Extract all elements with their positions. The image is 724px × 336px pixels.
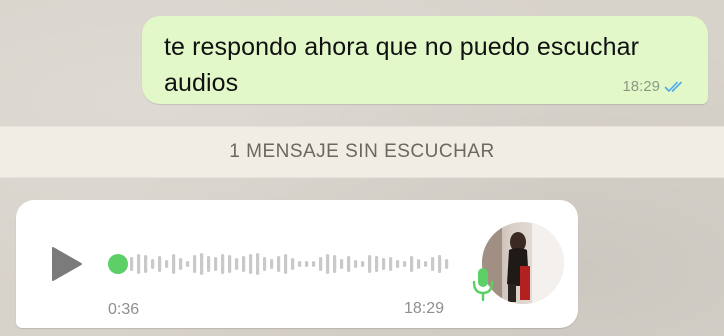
voice-duration: 0:36 <box>108 301 140 318</box>
waveform-bar <box>179 258 183 270</box>
waveform-bar <box>354 260 358 268</box>
waveform-bar <box>382 258 386 270</box>
microphone-icon <box>472 268 494 302</box>
waveform-bar <box>333 255 337 273</box>
unread-divider-label: 1 MENSAJE SIN ESCUCHAR <box>229 141 495 162</box>
waveform-bar <box>242 256 246 272</box>
waveform-bar <box>284 254 288 274</box>
waveform-icon[interactable] <box>108 248 454 280</box>
waveform-bar <box>214 257 218 271</box>
play-icon[interactable] <box>50 246 84 282</box>
message-time: 18:29 <box>622 78 660 95</box>
waveform-bar <box>200 253 204 275</box>
waveform-bar <box>305 261 309 267</box>
waveform-bar <box>235 258 239 270</box>
waveform-bar <box>298 261 302 267</box>
waveform-bar <box>389 257 393 271</box>
voice-message-time: 18:29 <box>404 300 445 317</box>
waveform-bar <box>172 254 176 274</box>
message-text: te respondo ahora que no puedo escuchar … <box>164 33 640 97</box>
waveform-bar <box>151 259 155 269</box>
waveform-bar <box>347 256 351 272</box>
waveform-bar <box>221 254 225 274</box>
waveform-bar <box>424 261 428 267</box>
voice-message-bubble[interactable]: 0:36 18:29 <box>16 200 578 328</box>
outgoing-message-bubble[interactable]: te respondo ahora que no puedo escuchar … <box>142 16 708 104</box>
waveform-bar <box>340 259 344 269</box>
waveform-bar <box>319 257 323 271</box>
playback-scrubber <box>108 254 128 274</box>
message-meta: 18:29 <box>622 78 686 95</box>
waveform-bar <box>158 256 162 272</box>
waveform-bar <box>256 253 260 275</box>
waveform-bar <box>417 259 421 269</box>
waveform-bar <box>186 261 190 267</box>
waveform-bar <box>361 261 365 267</box>
waveform-bar <box>207 256 211 272</box>
waveform-bar <box>144 255 148 273</box>
unread-divider: 1 MENSAJE SIN ESCUCHAR <box>0 126 724 178</box>
waveform-bar <box>326 254 330 274</box>
sender-avatar[interactable] <box>482 222 564 304</box>
waveform-bar <box>375 256 379 272</box>
waveform-bar <box>396 260 400 268</box>
waveform-bar <box>410 256 414 272</box>
waveform-bar <box>249 254 253 274</box>
waveform-bar <box>368 255 372 273</box>
waveform-bar <box>137 254 141 274</box>
waveform-bar <box>270 259 274 269</box>
waveform-bar <box>228 255 232 273</box>
waveform-bar <box>403 261 407 267</box>
waveform-bar <box>291 258 295 270</box>
waveform-bar <box>130 257 134 271</box>
waveform-bar <box>165 260 169 268</box>
waveform-bar <box>431 257 435 271</box>
waveform-bar <box>312 261 316 267</box>
waveform-bar <box>277 256 281 272</box>
waveform-bar <box>445 259 449 269</box>
double-check-read-icon <box>664 81 682 92</box>
waveform-bar <box>263 257 267 271</box>
waveform-bar <box>193 255 197 273</box>
waveform-bar <box>438 255 442 273</box>
